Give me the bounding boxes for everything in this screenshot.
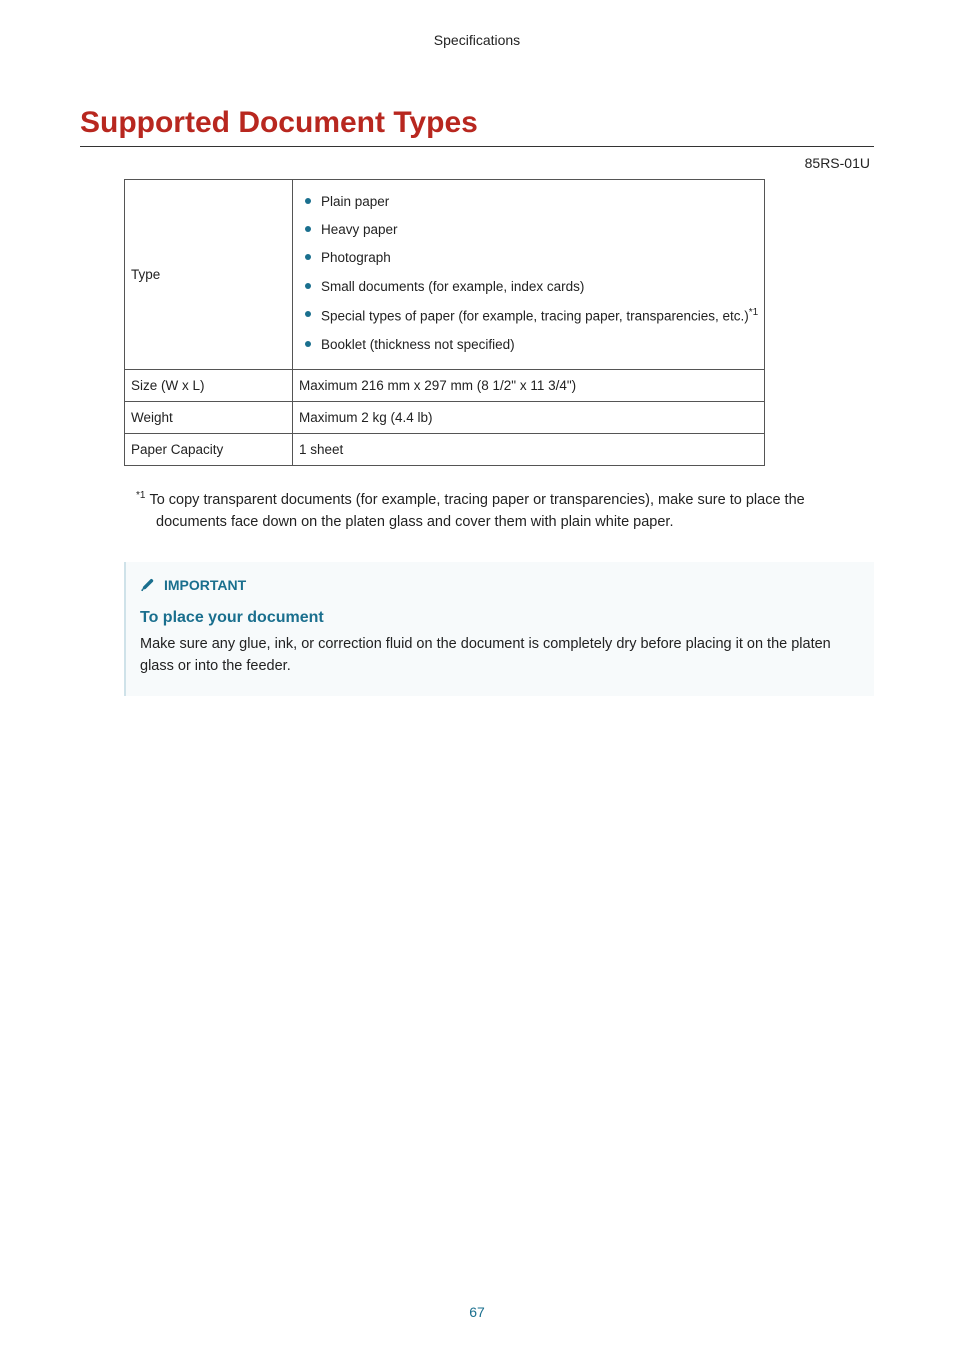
row-label-capacity: Paper Capacity (125, 433, 293, 465)
section-header: Specifications (80, 32, 874, 48)
important-label: IMPORTANT (140, 576, 856, 595)
list-item: Plain paper (299, 188, 758, 216)
table-row: Paper Capacity 1 sheet (125, 433, 765, 465)
specs-table: Type Plain paper Heavy paper Photograph … (124, 179, 765, 466)
footnote-ref: *1 (749, 307, 758, 318)
row-label-type: Type (125, 180, 293, 370)
row-value-type: Plain paper Heavy paper Photograph Small… (293, 180, 765, 370)
row-label-weight: Weight (125, 401, 293, 433)
footnote-text: To copy transparent documents (for examp… (149, 492, 804, 530)
type-list: Plain paper Heavy paper Photograph Small… (299, 188, 758, 359)
row-value-size: Maximum 216 mm x 297 mm (8 1/2" x 11 3/4… (293, 369, 765, 401)
table-row: Type Plain paper Heavy paper Photograph … (125, 180, 765, 370)
table-row: Weight Maximum 2 kg (4.4 lb) (125, 401, 765, 433)
important-body: Make sure any glue, ink, or correction f… (140, 633, 856, 678)
list-item: Small documents (for example, index card… (299, 273, 758, 301)
important-label-text: IMPORTANT (164, 577, 246, 593)
footnote: *1 To copy transparent documents (for exa… (136, 488, 874, 534)
document-code: 85RS-01U (80, 155, 874, 171)
footnote-marker: *1 (136, 490, 145, 501)
row-value-capacity: 1 sheet (293, 433, 765, 465)
list-item: Photograph (299, 244, 758, 272)
list-item: Booklet (thickness not specified) (299, 331, 758, 359)
list-item: Special types of paper (for example, tra… (299, 301, 758, 331)
row-label-size: Size (W x L) (125, 369, 293, 401)
pen-icon (140, 576, 156, 595)
page-number: 67 (0, 1304, 954, 1320)
list-item-text: Special types of paper (for example, tra… (321, 308, 749, 323)
list-item: Heavy paper (299, 216, 758, 244)
page-title: Supported Document Types (80, 106, 874, 147)
row-value-weight: Maximum 2 kg (4.4 lb) (293, 401, 765, 433)
table-row: Size (W x L) Maximum 216 mm x 297 mm (8 … (125, 369, 765, 401)
important-subheading: To place your document (140, 609, 856, 627)
important-callout: IMPORTANT To place your document Make su… (124, 562, 874, 696)
